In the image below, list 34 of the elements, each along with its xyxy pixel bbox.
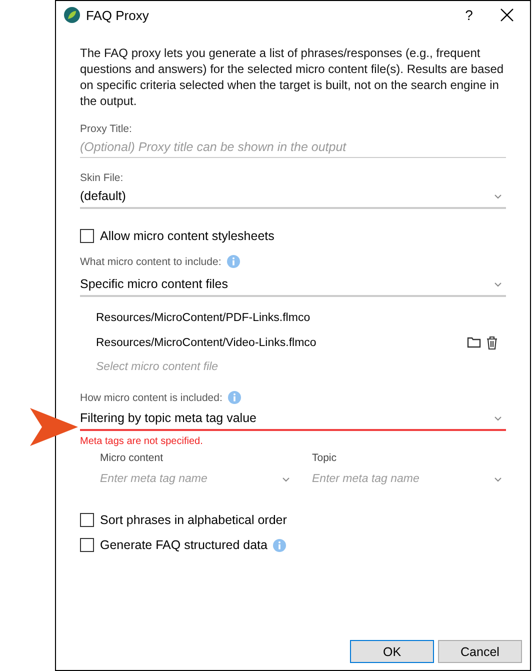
field-label: How micro content is included: [80, 392, 222, 404]
window-title: FAQ Proxy [86, 8, 150, 22]
column-label: Micro content [100, 452, 164, 464]
description-text: The FAQ proxy lets you generate a list of phrases/responses (e.g., frequent questions and answers) for the selected micro content file(s). Results are based on specific criteria selected when the target is built, not on the search engine in the output. [80, 45, 505, 109]
proxy-title-field[interactable]: (Optional) Proxy title can be shown in the output [80, 137, 506, 158]
leaf-logo-icon [64, 7, 80, 23]
file-path[interactable]: Resources/MicroContent/PDF-Links.flmco [96, 312, 310, 324]
dialog-button[interactable]: OK [350, 640, 434, 663]
field-label: Proxy Title: [80, 123, 132, 135]
help-button[interactable]: ? [454, 7, 484, 23]
field-label: What micro content to include: [80, 256, 222, 268]
chevron-icon [494, 282, 502, 286]
chevron-icon [494, 416, 502, 420]
checkbox[interactable] [80, 513, 94, 527]
content-dropdown[interactable]: Specific micro content files [80, 272, 506, 297]
chevron-icon [282, 476, 290, 482]
checkbox-label[interactable]: Sort phrases in alphabetical order [100, 513, 287, 527]
column-label: Topic [312, 452, 337, 464]
inclusion-dropdown[interactable]: Filtering by topic meta tag value [80, 406, 506, 431]
file-path[interactable]: Resources/MicroContent/Video-Links.flmco [96, 336, 316, 348]
chevron-icon [494, 194, 502, 198]
skin-file-dropdown[interactable]: (default) [80, 184, 506, 209]
dialog-button[interactable]: Cancel [438, 640, 522, 663]
folder-icon[interactable] [467, 336, 481, 348]
error-message: Meta tags are not specified. [80, 436, 204, 447]
checkbox[interactable] [80, 538, 94, 552]
close-icon[interactable] [500, 8, 514, 22]
callout-arrow-icon [30, 407, 78, 447]
checkbox[interactable] [80, 229, 94, 243]
trash-icon[interactable] [486, 336, 498, 350]
checkbox-label[interactable]: Allow micro content stylesheets [100, 229, 274, 243]
field-label: Skin File: [80, 172, 124, 184]
checkbox-label[interactable]: Generate FAQ structured data [100, 538, 268, 552]
chevron-icon [494, 476, 502, 482]
